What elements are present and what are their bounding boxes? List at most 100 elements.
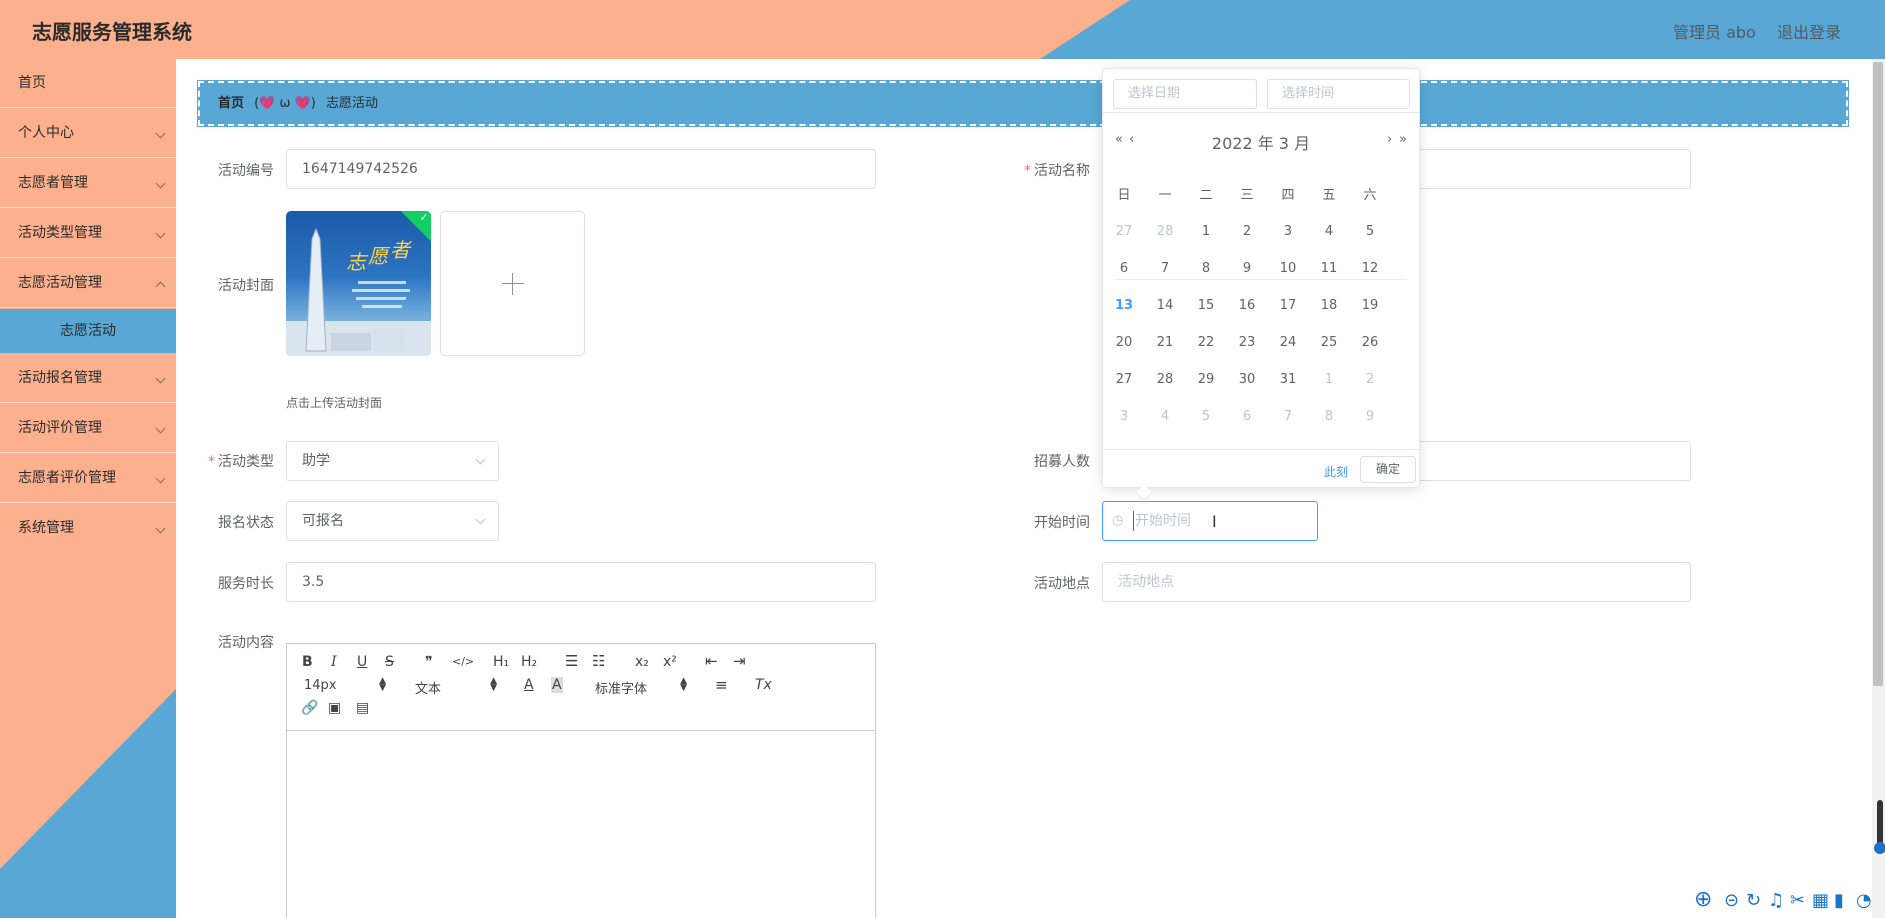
editor-content-area[interactable] bbox=[287, 732, 875, 918]
activity-id-input[interactable]: 1647149742526 bbox=[286, 149, 876, 189]
calendar-day[interactable]: 9 bbox=[1227, 261, 1267, 276]
calendar-day[interactable]: 23 bbox=[1227, 335, 1267, 350]
activity-type-select[interactable]: 助学 bbox=[286, 441, 499, 481]
sidebar-item-volunteer-activities[interactable]: 志愿活动管理 bbox=[0, 259, 176, 308]
calendar-day[interactable]: 8 bbox=[1186, 261, 1226, 276]
calendar-day[interactable]: 20 bbox=[1104, 335, 1144, 350]
sidebar-item-activity-types[interactable]: 活动类型管理 bbox=[0, 209, 176, 258]
background-color-button[interactable]: A bbox=[551, 677, 563, 693]
paragraph-select[interactable]: 文本 ▲ ▼ bbox=[415, 677, 497, 698]
calendar-day[interactable]: 31 bbox=[1268, 372, 1308, 387]
service-duration-input[interactable]: 3.5 bbox=[286, 562, 876, 602]
align-icon[interactable]: ≡ bbox=[715, 676, 728, 694]
logout-link[interactable]: 退出登录 bbox=[1777, 19, 1841, 43]
font-color-button[interactable]: A bbox=[524, 677, 534, 693]
sidebar-item-signups[interactable]: 活动报名管理 bbox=[0, 354, 176, 403]
calendar-day[interactable]: 9 bbox=[1350, 409, 1390, 424]
calendar-day[interactable]: 27 bbox=[1104, 224, 1144, 239]
italic-button[interactable]: I bbox=[331, 654, 337, 670]
calendar-day[interactable]: 7 bbox=[1268, 409, 1308, 424]
toolbar-icon-4[interactable]: ✂ bbox=[1790, 890, 1805, 911]
sidebar-item-home[interactable]: 首页 bbox=[0, 59, 176, 108]
calendar-day[interactable]: 2 bbox=[1227, 224, 1267, 239]
calendar-day[interactable]: 5 bbox=[1186, 409, 1226, 424]
calendar-day[interactable]: 10 bbox=[1268, 261, 1308, 276]
picker-date-input[interactable]: 选择日期 bbox=[1113, 79, 1257, 109]
calendar-day[interactable]: 19 bbox=[1350, 298, 1390, 313]
calendar-day[interactable]: 24 bbox=[1268, 335, 1308, 350]
toolbar-icon-5[interactable]: ▦ bbox=[1812, 890, 1829, 911]
calendar-day[interactable]: 6 bbox=[1227, 409, 1267, 424]
calendar-day[interactable]: 4 bbox=[1309, 224, 1349, 239]
sidebar-item-activity-reviews[interactable]: 活动评价管理 bbox=[0, 404, 176, 453]
sidebar-item-volunteers[interactable]: 志愿者管理 bbox=[0, 159, 176, 208]
outdent-icon[interactable]: ⇤ bbox=[705, 652, 718, 670]
calendar-day[interactable]: 3 bbox=[1268, 224, 1308, 239]
calendar-day[interactable]: 25 bbox=[1309, 335, 1349, 350]
link-icon[interactable]: 🔗 bbox=[301, 700, 318, 716]
calendar-day[interactable]: 7 bbox=[1145, 261, 1185, 276]
font-size-select[interactable]: 14px ▲ ▼ bbox=[304, 677, 386, 694]
calendar-day[interactable]: 8 bbox=[1309, 409, 1349, 424]
calendar-day[interactable]: 17 bbox=[1268, 298, 1308, 313]
volume-handle[interactable] bbox=[1874, 842, 1885, 854]
heading2-button[interactable]: H₂ bbox=[521, 654, 537, 670]
calendar-day[interactable]: 21 bbox=[1145, 335, 1185, 350]
volume-slider[interactable] bbox=[1877, 800, 1883, 848]
toolbar-icon-6[interactable]: ▮ bbox=[1834, 890, 1844, 911]
signup-status-select[interactable]: 可报名 bbox=[286, 501, 499, 541]
strike-button[interactable]: S bbox=[385, 654, 394, 670]
next-month-button[interactable]: › bbox=[1387, 132, 1392, 147]
picker-now-button[interactable]: 此刻 bbox=[1324, 463, 1348, 480]
calendar-day[interactable]: 22 bbox=[1186, 335, 1226, 350]
toolbar-icon-3[interactable]: ♫ bbox=[1768, 890, 1784, 911]
location-input[interactable]: 活动地点 bbox=[1102, 562, 1691, 602]
calendar-day[interactable]: 14 bbox=[1145, 298, 1185, 313]
calendar-day[interactable]: 2 bbox=[1350, 372, 1390, 387]
sidebar-item-system[interactable]: 系统管理 bbox=[0, 504, 176, 553]
calendar-day-today[interactable]: 13 bbox=[1104, 298, 1144, 313]
cover-thumbnail[interactable]: 志 愿 者 ✓ bbox=[286, 211, 431, 356]
bold-button[interactable]: B bbox=[302, 654, 313, 670]
sidebar-item-volunteer-reviews[interactable]: 志愿者评价管理 bbox=[0, 454, 176, 503]
sidebar-item-personal-center[interactable]: 个人中心 bbox=[0, 109, 176, 158]
toolbar-icon-2[interactable]: ↻ bbox=[1746, 890, 1761, 911]
calendar-day[interactable]: 29 bbox=[1186, 372, 1226, 387]
accessibility-icon[interactable]: ⊕ bbox=[1694, 887, 1712, 912]
font-family-select[interactable]: 标准字体 ▲ ▼ bbox=[595, 677, 687, 698]
heading1-button[interactable]: H₁ bbox=[493, 654, 509, 670]
calendar-day[interactable]: 12 bbox=[1350, 261, 1390, 276]
blockquote-button[interactable]: ❞ bbox=[425, 654, 433, 670]
calendar-day[interactable]: 11 bbox=[1309, 261, 1349, 276]
calendar-day[interactable]: 30 bbox=[1227, 372, 1267, 387]
toolbar-icon-7[interactable]: ◔ bbox=[1856, 890, 1872, 911]
cover-upload-button[interactable] bbox=[440, 211, 585, 356]
image-icon[interactable]: ▣ bbox=[328, 700, 341, 716]
clear-format-button[interactable]: Tx bbox=[755, 677, 772, 693]
calendar-day[interactable]: 26 bbox=[1350, 335, 1390, 350]
calendar-day[interactable]: 5 bbox=[1350, 224, 1390, 239]
calendar-day[interactable]: 1 bbox=[1186, 224, 1226, 239]
calendar-day[interactable]: 27 bbox=[1104, 372, 1144, 387]
calendar-day[interactable]: 15 bbox=[1186, 298, 1226, 313]
toolbar-icon-1[interactable]: ⊝ bbox=[1724, 890, 1739, 911]
calendar-day[interactable]: 4 bbox=[1145, 409, 1185, 424]
superscript-button[interactable]: x² bbox=[663, 654, 677, 670]
bullet-list-icon[interactable]: ☷ bbox=[592, 652, 605, 670]
calendar-day[interactable]: 1 bbox=[1309, 372, 1349, 387]
calendar-day[interactable]: 16 bbox=[1227, 298, 1267, 313]
picker-confirm-button[interactable]: 确定 bbox=[1360, 456, 1416, 483]
start-time-input[interactable]: ◷ 开始时间 bbox=[1102, 501, 1318, 541]
video-icon[interactable]: ▤ bbox=[356, 700, 369, 716]
next-year-button[interactable]: » bbox=[1399, 132, 1407, 147]
calendar-day[interactable]: 18 bbox=[1309, 298, 1349, 313]
sidebar-subitem-volunteer-activity[interactable]: 志愿活动 bbox=[0, 309, 176, 353]
subscript-button[interactable]: x₂ bbox=[635, 654, 649, 670]
page-scrollbar-thumb[interactable] bbox=[1873, 62, 1883, 686]
breadcrumb-home[interactable]: 首页 bbox=[218, 96, 244, 111]
code-block-button[interactable]: </> bbox=[452, 655, 474, 668]
calendar-day[interactable]: 3 bbox=[1104, 409, 1144, 424]
calendar-day[interactable]: 28 bbox=[1145, 372, 1185, 387]
ordered-list-icon[interactable]: ☰ bbox=[565, 652, 578, 670]
underline-button[interactable]: U bbox=[357, 654, 367, 670]
